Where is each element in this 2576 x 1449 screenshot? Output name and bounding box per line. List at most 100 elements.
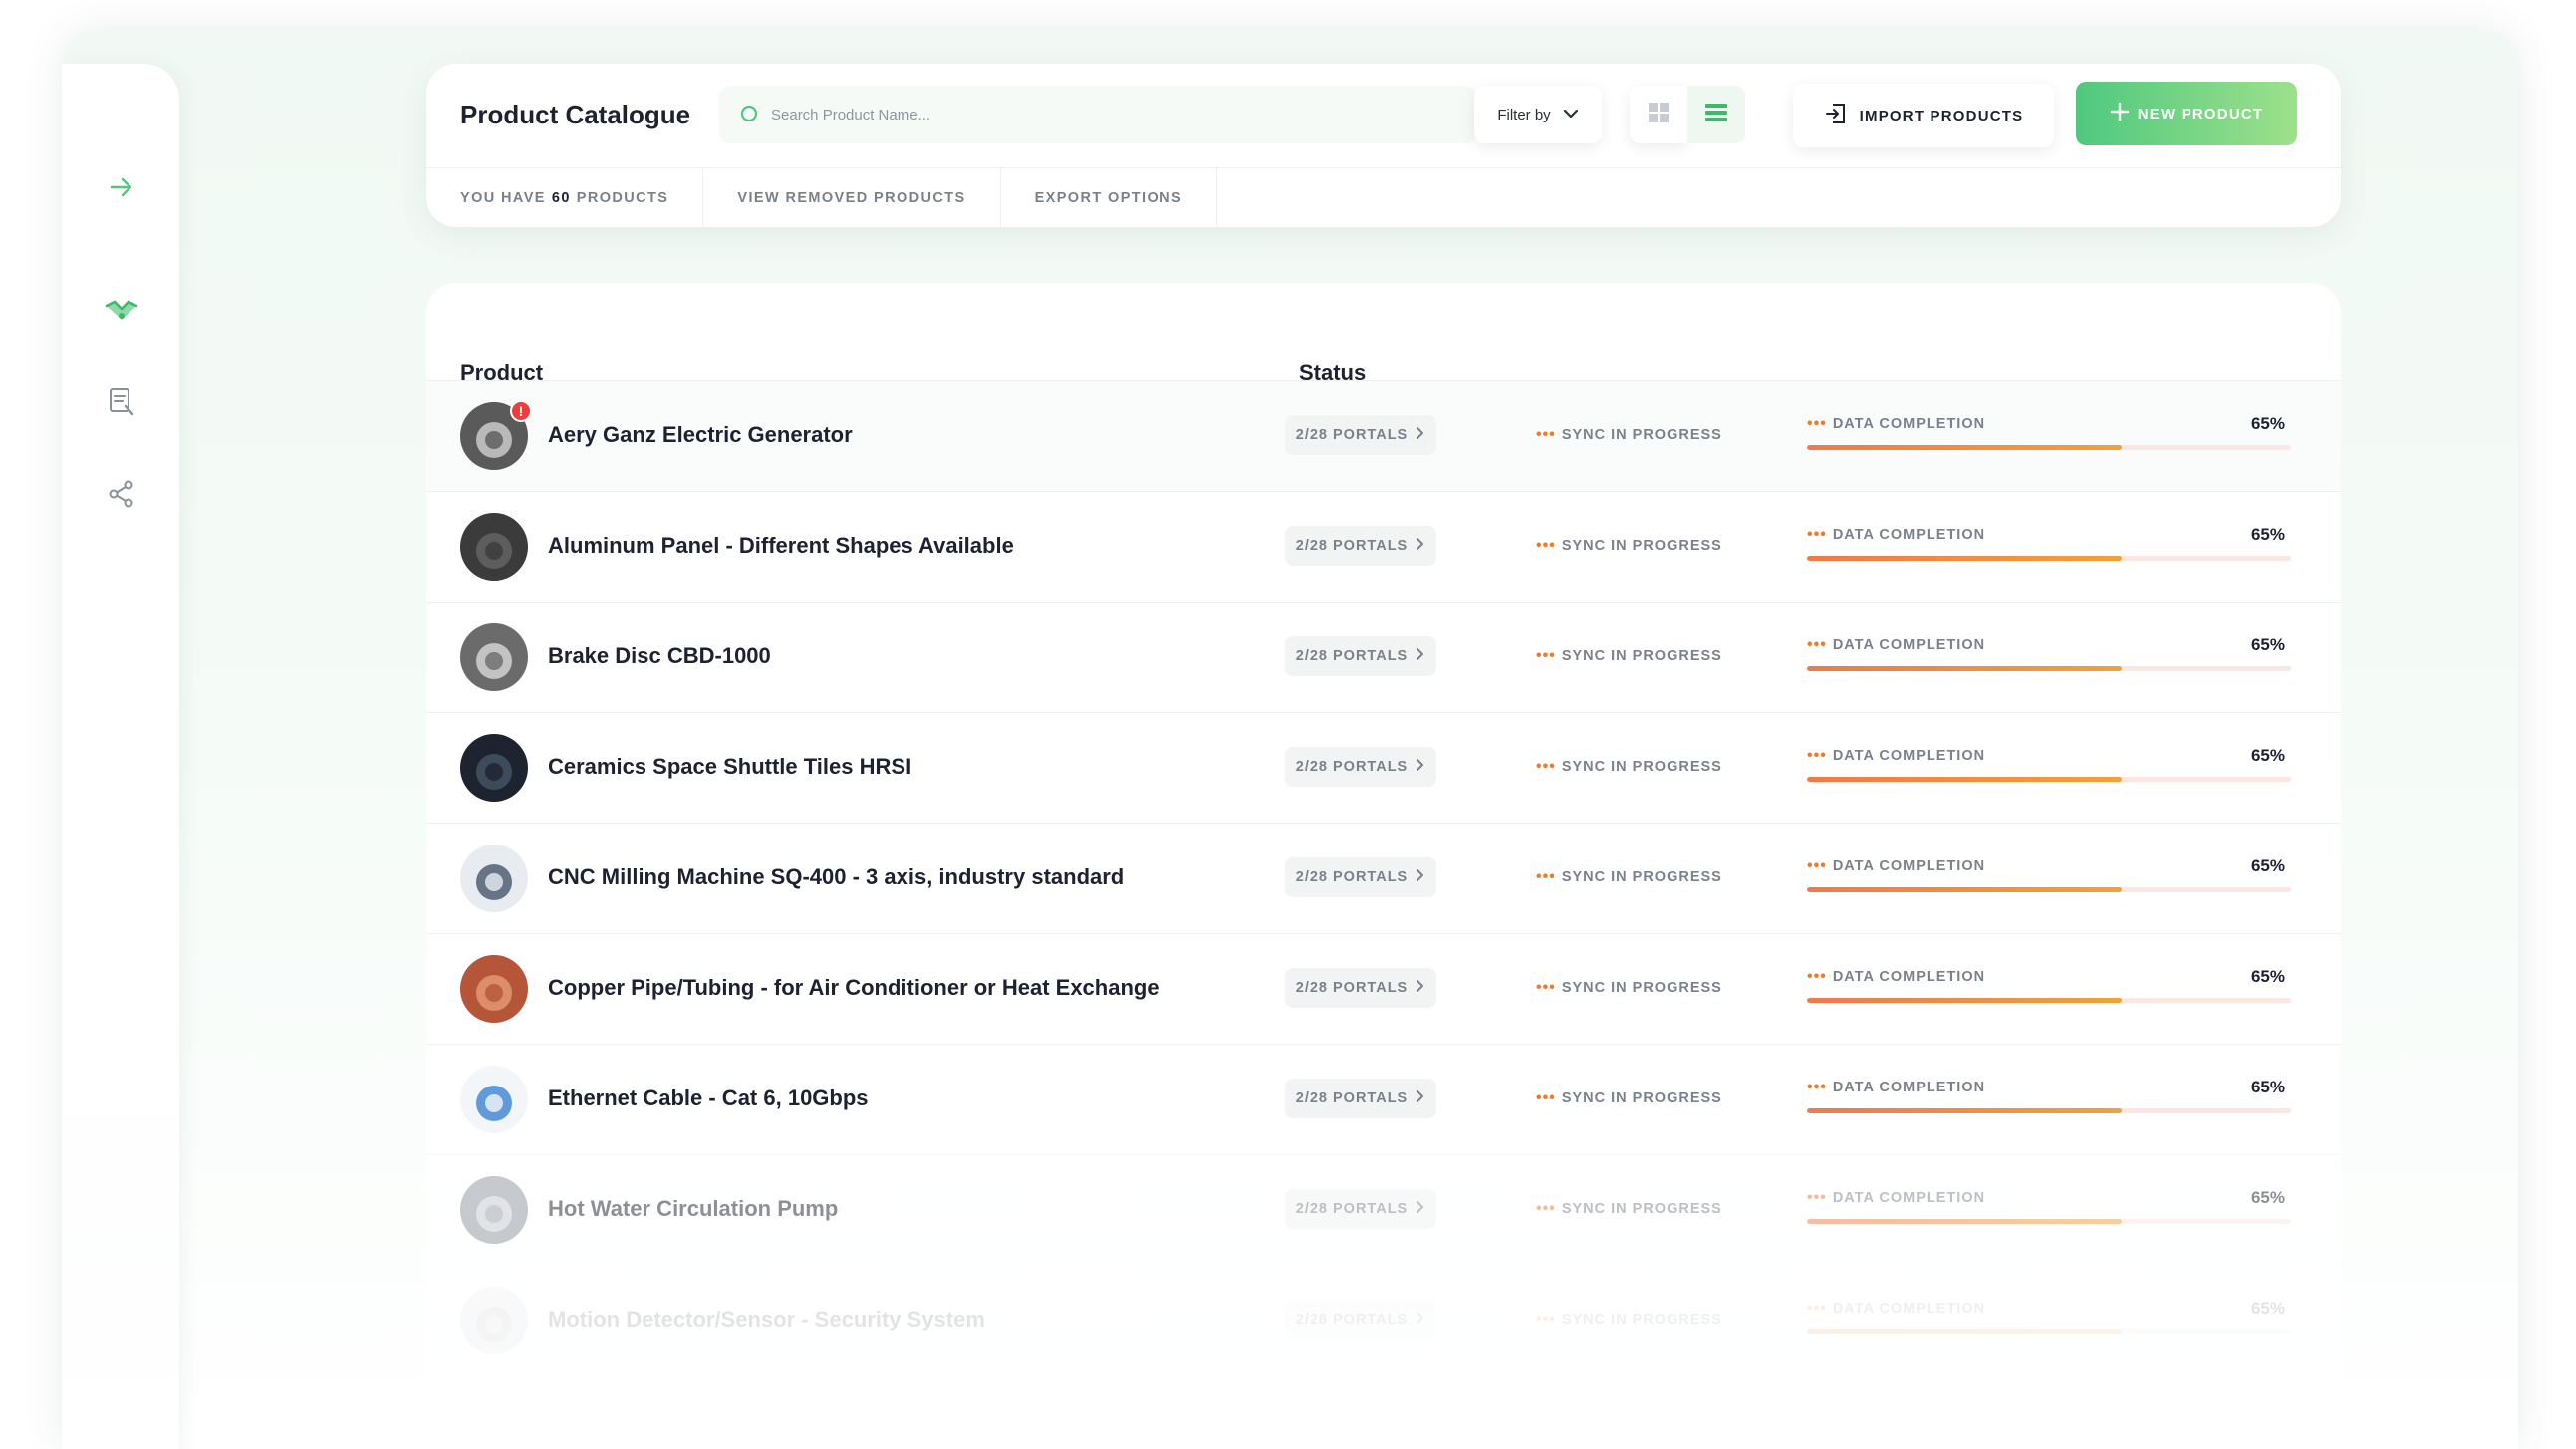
product-thumbnail xyxy=(460,1287,528,1354)
grid-icon xyxy=(1647,101,1671,129)
data-completion-bar xyxy=(1807,1108,2291,1113)
data-completion-text: DATA COMPLETION xyxy=(1832,748,1986,764)
table-row[interactable]: Motion Detector/Sensor - Security System… xyxy=(426,1265,2341,1374)
ellipsis-icon: ••• xyxy=(1536,1200,1556,1217)
data-completion-text: DATA COMPLETION xyxy=(1832,969,1986,985)
ellipsis-icon: ••• xyxy=(1536,868,1556,885)
data-completion-text: DATA COMPLETION xyxy=(1832,1190,1986,1206)
data-completion-percent: 65% xyxy=(2250,1078,2285,1096)
table-row[interactable]: ! Aery Ganz Electric Generator 2/28 PORT… xyxy=(426,380,2341,490)
portals-button[interactable]: 2/28 PORTALS xyxy=(1285,415,1436,455)
ellipsis-icon: ••• xyxy=(1536,979,1556,996)
product-count: 60 xyxy=(551,190,571,206)
arrow-right-icon[interactable] xyxy=(100,165,143,209)
portals-button[interactable]: 2/28 PORTALS xyxy=(1285,747,1436,787)
portals-label: 2/28 PORTALS xyxy=(1295,869,1409,885)
filter-label: Filter by xyxy=(1497,106,1551,123)
data-completion-bar xyxy=(1807,666,2291,671)
data-completion-label: ••• DATA COMPLETION xyxy=(1807,968,1985,986)
product-thumbnail xyxy=(460,623,528,691)
data-completion-bar xyxy=(1807,1329,2291,1334)
portals-button[interactable]: 2/28 PORTALS xyxy=(1285,1300,1436,1339)
new-product-button[interactable]: NEW PRODUCT xyxy=(2076,82,2297,145)
product-name[interactable]: Ethernet Cable - Cat 6, 10Gbps xyxy=(548,1086,869,1111)
grid-view-button[interactable] xyxy=(1630,86,1687,143)
portals-button[interactable]: 2/28 PORTALS xyxy=(1285,526,1436,566)
portals-button[interactable]: 2/28 PORTALS xyxy=(1285,636,1436,676)
product-thumbnail xyxy=(460,1066,528,1133)
ellipsis-icon: ••• xyxy=(1536,647,1556,664)
product-name[interactable]: Ceramics Space Shuttle Tiles HRSI xyxy=(548,754,911,780)
sync-label: SYNC IN PROGRESS xyxy=(1561,648,1722,664)
tab-product-count[interactable]: YOU HAVE 60 PRODUCTS xyxy=(426,168,704,228)
table-row[interactable]: Hot Water Circulation Pump 2/28 PORTALS … xyxy=(426,1154,2341,1264)
sync-label: SYNC IN PROGRESS xyxy=(1561,1201,1722,1217)
header-tabs: YOU HAVE 60 PRODUCTS VIEW REMOVED PRODUC… xyxy=(426,167,2341,228)
data-completion-bar xyxy=(1807,556,2291,561)
search-box xyxy=(719,86,1476,143)
table-row[interactable]: Ethernet Cable - Cat 6, 10Gbps 2/28 PORT… xyxy=(426,1044,2341,1153)
product-table: Product Status ! Aery Ganz Electric Gene… xyxy=(426,283,2341,1449)
list-view-button[interactable] xyxy=(1687,86,1745,143)
alert-badge: ! xyxy=(510,400,532,422)
sync-status: ••• SYNC IN PROGRESS xyxy=(1536,647,1722,665)
sync-status: ••• SYNC IN PROGRESS xyxy=(1536,1089,1722,1107)
import-icon xyxy=(1824,102,1848,129)
sync-status: ••• SYNC IN PROGRESS xyxy=(1536,1200,1722,1218)
product-name[interactable]: Aluminum Panel - Different Shapes Availa… xyxy=(548,533,1014,559)
tag-icon[interactable] xyxy=(100,289,143,333)
data-completion-text: DATA COMPLETION xyxy=(1832,637,1986,653)
sync-status: ••• SYNC IN PROGRESS xyxy=(1536,758,1722,776)
chevron-right-icon xyxy=(1416,537,1425,555)
share-icon[interactable] xyxy=(100,472,143,516)
plus-icon xyxy=(2110,102,2130,125)
product-name[interactable]: Aery Ganz Electric Generator xyxy=(548,422,853,448)
portals-label: 2/28 PORTALS xyxy=(1295,538,1409,554)
search-input[interactable] xyxy=(771,94,1409,135)
data-completion-fill xyxy=(1807,666,2122,671)
table-row[interactable]: Brake Disc CBD-1000 2/28 PORTALS ••• SYN… xyxy=(426,602,2341,711)
table-row[interactable]: CNC Milling Machine SQ-400 - 3 axis, ind… xyxy=(426,823,2341,932)
sync-label: SYNC IN PROGRESS xyxy=(1561,980,1722,996)
table-row[interactable]: Copper Pipe/Tubing - for Air Conditioner… xyxy=(426,933,2341,1043)
data-completion-percent: 65% xyxy=(2250,525,2285,544)
ellipsis-icon: ••• xyxy=(1807,857,1827,874)
table-row[interactable]: Ceramics Space Shuttle Tiles HRSI 2/28 P… xyxy=(426,712,2341,822)
import-products-button[interactable]: IMPORT PRODUCTS xyxy=(1793,84,2054,147)
sync-label: SYNC IN PROGRESS xyxy=(1561,1090,1722,1106)
filter-dropdown[interactable]: Filter by xyxy=(1474,86,1602,143)
portals-button[interactable]: 2/28 PORTALS xyxy=(1285,857,1436,897)
product-name[interactable]: Hot Water Circulation Pump xyxy=(548,1196,838,1222)
sync-label: SYNC IN PROGRESS xyxy=(1561,759,1722,775)
data-completion-fill xyxy=(1807,1329,2122,1334)
ellipsis-icon: ••• xyxy=(1807,415,1827,432)
portals-button[interactable]: 2/28 PORTALS xyxy=(1285,1079,1436,1118)
data-completion-fill xyxy=(1807,1108,2122,1113)
data-completion-fill xyxy=(1807,777,2122,782)
product-name[interactable]: CNC Milling Machine SQ-400 - 3 axis, ind… xyxy=(548,864,1124,890)
view-toggle xyxy=(1630,86,1745,143)
table-row[interactable]: Aluminum Panel - Different Shapes Availa… xyxy=(426,491,2341,601)
tab-export-options[interactable]: EXPORT OPTIONS xyxy=(1001,168,1218,228)
product-name[interactable]: Brake Disc CBD-1000 xyxy=(548,643,771,669)
tab-view-removed[interactable]: VIEW REMOVED PRODUCTS xyxy=(703,168,1001,228)
document-edit-icon[interactable] xyxy=(100,380,143,424)
chevron-right-icon xyxy=(1416,647,1425,665)
sync-label: SYNC IN PROGRESS xyxy=(1561,538,1722,554)
data-completion-percent: 65% xyxy=(2250,856,2285,875)
product-name[interactable]: Copper Pipe/Tubing - for Air Conditioner… xyxy=(548,975,1159,1001)
list-icon xyxy=(1703,101,1729,129)
sync-status: ••• SYNC IN PROGRESS xyxy=(1536,979,1722,997)
sync-status: ••• SYNC IN PROGRESS xyxy=(1536,426,1722,444)
product-thumbnail xyxy=(460,734,528,802)
data-completion-fill xyxy=(1807,556,2122,561)
ellipsis-icon: ••• xyxy=(1807,747,1827,764)
chevron-right-icon xyxy=(1416,426,1425,444)
portals-button[interactable]: 2/28 PORTALS xyxy=(1285,1189,1436,1229)
product-name[interactable]: Motion Detector/Sensor - Security System xyxy=(548,1307,985,1332)
portals-button[interactable]: 2/28 PORTALS xyxy=(1285,968,1436,1008)
chevron-right-icon xyxy=(1416,1089,1425,1107)
data-completion-text: DATA COMPLETION xyxy=(1832,1301,1986,1317)
portals-label: 2/28 PORTALS xyxy=(1295,1090,1409,1106)
search-icon xyxy=(739,104,761,125)
